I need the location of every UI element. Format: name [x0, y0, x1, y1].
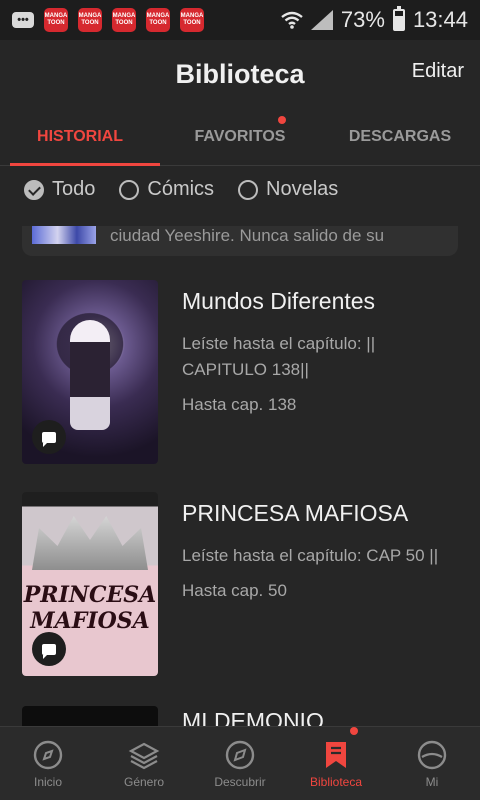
- mangatoon-notification-icon: MANGA TOON: [78, 8, 102, 32]
- new-badge-dot: [278, 116, 286, 124]
- item-title: PRINCESA MAFIOSA: [182, 500, 409, 526]
- list-item[interactable]: PRINCESA MAFIOSA PRINCESA MAFIOSA Leíste…: [22, 492, 458, 676]
- list-item[interactable]: ciudad Yeeshire. Nunca salido de su: [22, 226, 458, 256]
- wifi-icon: [281, 11, 303, 29]
- item-info: Mundos Diferentes Leíste hasta el capítu…: [182, 288, 458, 415]
- radio-icon: [238, 179, 259, 200]
- chapter-count: Hasta cap. 138: [182, 395, 297, 414]
- cover-thumbnail: [32, 226, 96, 244]
- item-description: ciudad Yeeshire. Nunca salido de su: [110, 226, 385, 245]
- nav-genero[interactable]: Género: [96, 727, 192, 800]
- cover-image[interactable]: [22, 706, 158, 726]
- tab-favoritos[interactable]: FAVORITOS: [160, 108, 320, 165]
- filter-todo[interactable]: Todo: [24, 178, 95, 201]
- edit-button[interactable]: Editar: [412, 60, 464, 83]
- face-icon: [417, 740, 447, 769]
- comment-icon[interactable]: [32, 420, 66, 454]
- nav-mi[interactable]: Mi: [384, 727, 480, 800]
- nav-biblioteca[interactable]: Biblioteca: [288, 727, 384, 800]
- more-notifications-icon: •••: [12, 12, 34, 28]
- crown-artwork: [32, 516, 148, 570]
- content-filter: Todo Cómics Novelas: [24, 178, 338, 201]
- nav-inicio[interactable]: Inicio: [0, 727, 96, 800]
- filter-novelas[interactable]: Novelas: [238, 178, 338, 201]
- item-info: PRINCESA MAFIOSA Leíste hasta el capítul…: [182, 500, 458, 601]
- library-tabs: HISTORIAL FAVORITOS DESCARGAS: [0, 108, 480, 166]
- cover-image: [22, 280, 158, 464]
- signal-icon: [310, 10, 333, 30]
- tab-historial[interactable]: HISTORIAL: [0, 108, 160, 166]
- mangatoon-notification-icon: MANGA TOON: [112, 8, 136, 32]
- comment-icon[interactable]: [32, 632, 66, 666]
- cover-image: PRINCESA MAFIOSA: [22, 492, 158, 676]
- mangatoon-notification-icon: MANGA TOON: [180, 8, 204, 32]
- battery-icon: [392, 6, 405, 31]
- checked-radio-icon: [24, 179, 44, 200]
- page-title: Biblioteca: [175, 58, 305, 89]
- new-badge-dot: [350, 727, 358, 735]
- item-title[interactable]: MI DEMONIO: [182, 708, 458, 726]
- compass-icon: [33, 740, 63, 769]
- mangatoon-notification-icon: MANGA TOON: [44, 8, 68, 32]
- tab-descargas[interactable]: DESCARGAS: [320, 108, 480, 165]
- notification-icons: ••• MANGA TOON MANGA TOON MANGA TOON MAN…: [12, 8, 204, 32]
- read-progress: Leíste hasta el capítulo: CAP 50 ||: [182, 546, 439, 565]
- compass-icon: [225, 740, 255, 769]
- radio-icon: [119, 179, 140, 200]
- read-progress: Leíste hasta el capítulo: || CAPITULO 13…: [182, 334, 376, 379]
- nav-descubrir[interactable]: Descubrir: [192, 727, 288, 800]
- clock: 13:44: [412, 7, 468, 32]
- bottom-navigation: Inicio Género Descubrir Biblioteca Mi: [0, 726, 480, 800]
- mangatoon-notification-icon: MANGA TOON: [146, 8, 170, 32]
- status-bar: ••• MANGA TOON MANGA TOON MANGA TOON MAN…: [0, 0, 480, 40]
- battery-percent: 73%: [340, 7, 385, 32]
- system-indicators: 73% 13:44: [281, 6, 468, 33]
- cover-artwork-figure: [70, 320, 110, 430]
- layers-icon: [128, 742, 160, 769]
- item-title: Mundos Diferentes: [182, 288, 376, 314]
- bookmark-icon: [326, 741, 346, 768]
- cover-title-art: PRINCESA MAFIOSA: [23, 582, 157, 634]
- app-header: Biblioteca Editar: [0, 40, 480, 108]
- filter-comics[interactable]: Cómics: [119, 178, 214, 201]
- chapter-count: Hasta cap. 50: [182, 581, 287, 600]
- list-item[interactable]: Mundos Diferentes Leíste hasta el capítu…: [22, 280, 458, 464]
